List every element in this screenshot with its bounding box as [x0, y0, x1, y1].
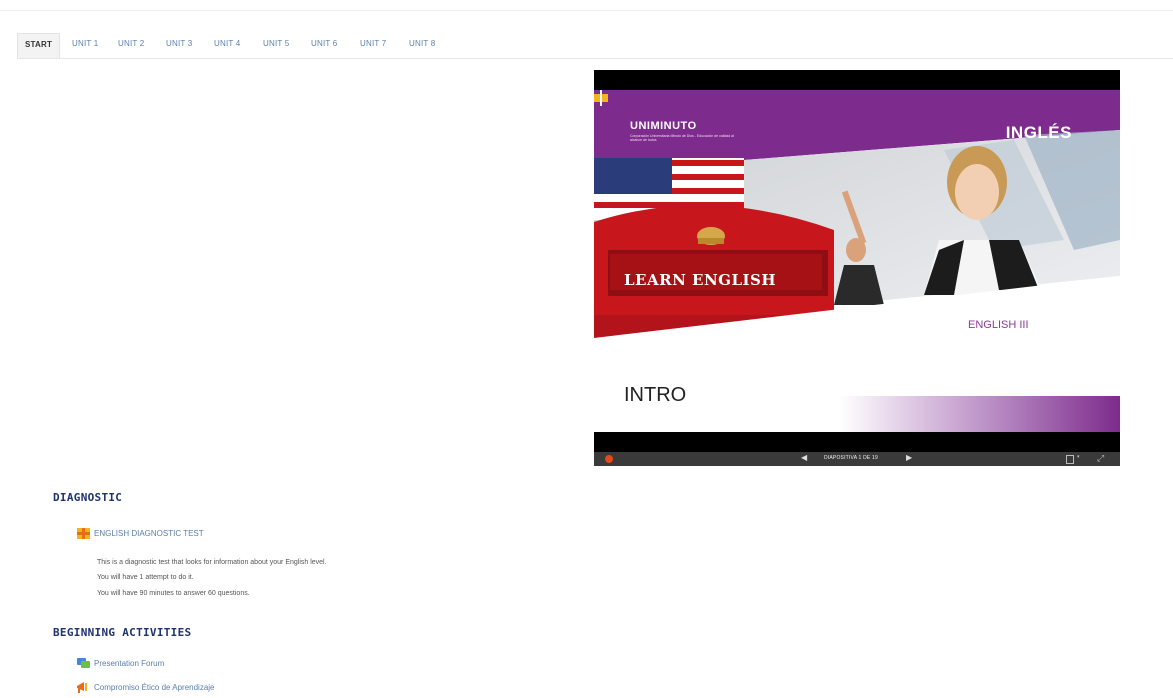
triangle-right-icon[interactable]: ▶ [906, 453, 912, 462]
section-title-beginning-activities: BEGINNING ACTIVITIES [53, 626, 192, 639]
tab-unit-6[interactable]: UNIT 6 [311, 33, 337, 57]
forum-icon [77, 658, 90, 668]
section-title-diagnostic: DIAGNOSTIC [53, 491, 123, 504]
description-line: You will have 90 minutes to answer 60 qu… [97, 590, 250, 597]
activity-compromiso-etico[interactable]: Compromiso Ético de Aprendizaje [77, 682, 215, 696]
slide-title: INTRO [624, 384, 687, 406]
tab-start[interactable]: START [17, 33, 61, 58]
slide-counter: DIAPOSITIVA 1 DE 19 [824, 455, 879, 461]
triangle-left-icon[interactable]: ◀ [801, 453, 807, 462]
phone-box-sign: LEARN ENGLISH [624, 271, 777, 289]
description-line: You will have 1 attempt to do it. [97, 574, 194, 581]
tab-unit-5[interactable]: UNIT 5 [263, 33, 289, 57]
activity-label: Compromiso Ético de Aprendizaje [94, 683, 215, 692]
activity-presentation-forum[interactable]: Presentation Forum [77, 658, 164, 672]
tab-unit-2[interactable]: UNIT 2 [118, 33, 144, 57]
tab-unit-7[interactable]: UNIT 7 [360, 33, 386, 57]
uniminuto-logo-icon [594, 90, 608, 106]
slide-heading: INGLÉS [1005, 123, 1072, 142]
activity-english-diagnostic-test[interactable]: ENGLISH DIAGNOSTIC TEST [77, 528, 204, 542]
top-divider [0, 10, 1173, 11]
presentation-controls: ◀ DIAPOSITIVA 1 DE 19 ▶ ▾ ⤢ [594, 452, 1120, 466]
course-name: ENGLISH III [968, 319, 1029, 331]
tab-unit-1[interactable]: UNIT 1 [72, 33, 98, 57]
logo-tagline: Corporación Universitaria Minuto de Dios… [630, 134, 734, 142]
activity-label: Presentation Forum [94, 659, 165, 668]
tab-unit-4[interactable]: UNIT 4 [214, 33, 240, 57]
unit-tabs: START UNIT 1 UNIT 2 UNIT 3 UNIT 4 UNIT 5… [17, 33, 1173, 59]
quiz-icon [77, 528, 90, 539]
slide: UNIMINUTO Corporación Universitaria Minu… [594, 90, 1120, 432]
tab-unit-3[interactable]: UNIT 3 [166, 33, 192, 57]
logo-text: UNIMINUTO [630, 120, 697, 132]
description-line: This is a diagnostic test that looks for… [97, 559, 327, 566]
presentation-viewer[interactable]: UNIMINUTO Corporación Universitaria Minu… [594, 70, 1120, 466]
feedback-icon [77, 682, 87, 693]
player-logo-icon [605, 455, 613, 463]
chevron-down-icon: ▾ [1077, 454, 1080, 460]
tab-unit-8[interactable]: UNIT 8 [409, 33, 435, 57]
fullscreen-icon[interactable]: ⤢ [1097, 453, 1104, 464]
slide-menu-icon[interactable] [1066, 455, 1074, 464]
activity-label: ENGLISH DIAGNOSTIC TEST [94, 529, 204, 538]
